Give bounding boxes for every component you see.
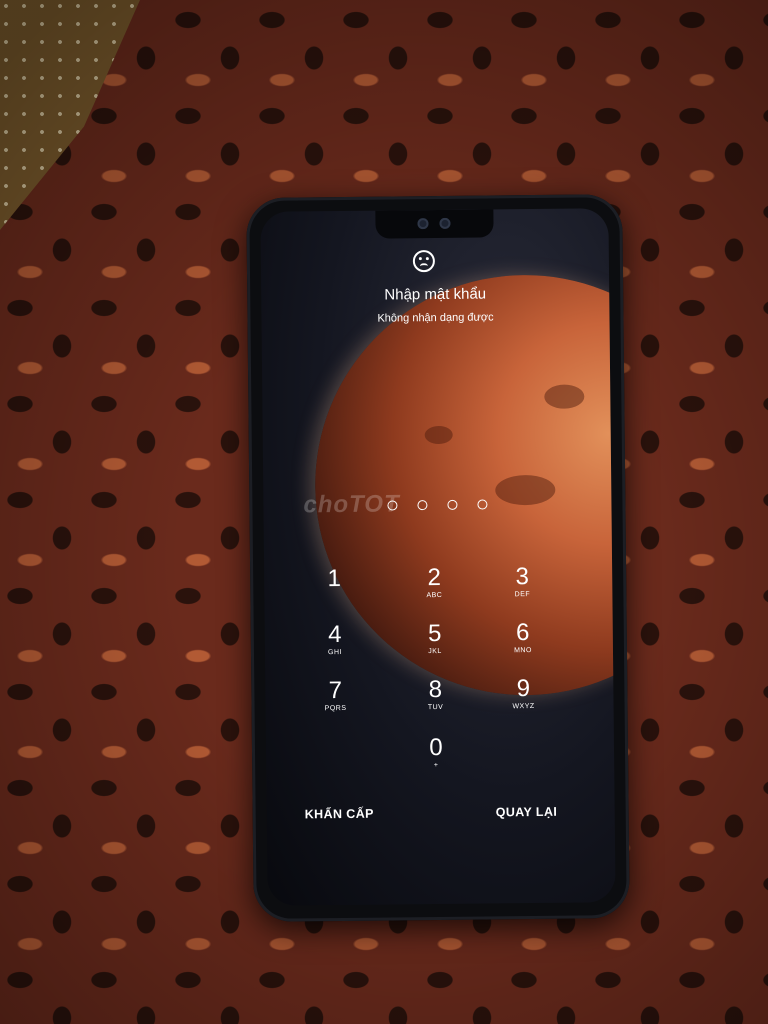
back-button[interactable]: QUAY LẠI (496, 805, 558, 820)
sad-face-icon (412, 250, 436, 273)
emergency-call-button[interactable]: KHẨN CẤP (305, 807, 374, 822)
pin-dot (387, 500, 398, 511)
key-5[interactable]: 5 JKL (395, 620, 476, 672)
lock-ui: Nhập mật khẩu Không nhận dạng được choTO… (260, 208, 615, 906)
background-cloth-corner (0, 0, 140, 230)
pin-dot (447, 499, 458, 510)
key-2[interactable]: 2 ABC (394, 564, 475, 616)
key-8[interactable]: 8 TUV (395, 676, 476, 728)
pin-dot (477, 499, 488, 510)
key-9[interactable]: 9 WXYZ (483, 675, 564, 727)
smartphone: Nhập mật khẩu Không nhận dạng được choTO… (246, 194, 630, 922)
key-0[interactable]: 0 + (396, 734, 477, 786)
pin-keypad: 1 2 ABC 3 DEF 4 GHI 5 JKL 6 MNO 7 PQRS 8… (294, 563, 582, 769)
page-title: Nhập mật khẩu (384, 285, 487, 304)
key-1[interactable]: 1 (294, 565, 375, 617)
key-7[interactable]: 7 PQRS (295, 677, 376, 729)
key-6[interactable]: 6 MNO (483, 619, 564, 671)
pin-dot (417, 500, 428, 511)
key-4[interactable]: 4 GHI (295, 621, 376, 673)
lock-screen: Nhập mật khẩu Không nhận dạng được choTO… (260, 208, 616, 906)
error-message: Không nhận dạng được (377, 311, 494, 325)
key-3[interactable]: 3 DEF (482, 563, 563, 615)
